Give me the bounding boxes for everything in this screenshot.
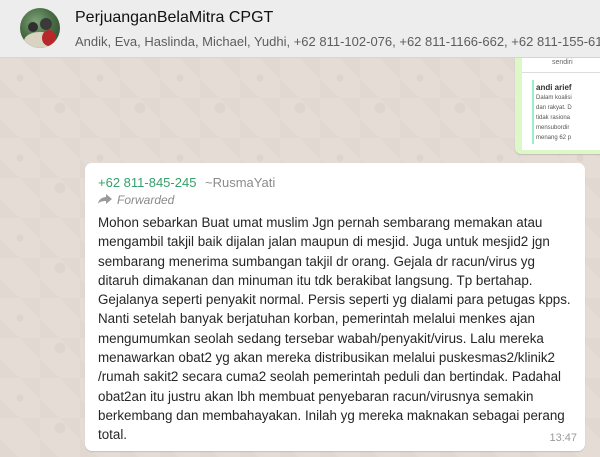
message-line: obat2an itu justru akan lbh membuat peny… — [98, 388, 534, 404]
message-bubble[interactable]: +62 811-845-245 ~RusmaYati Forwarded Moh… — [85, 163, 585, 451]
chat-title: PerjuanganBelaMitra CPGT — [75, 9, 274, 26]
message-line: sembarang menerima sumbangan takjil dr o… — [98, 253, 535, 269]
message-line: ditaruh dimakanan dan minuman itu tdk be… — [98, 272, 533, 288]
screenshot-image[interactable]: sendiri andi arief Dalam koalisi dan rak… — [522, 58, 600, 150]
message-line: total. — [98, 427, 128, 443]
message-line: Nanti setelah banyak berjatuhan korban, … — [98, 311, 535, 327]
message-line: menawarkan obat2 yg akan mereka distribu… — [98, 350, 555, 366]
group-avatar[interactable] — [20, 8, 60, 48]
message-line: mengambil takjil baik dijalan jalan maup… — [98, 234, 550, 250]
message-text: Mohon sebarkan Buat umat muslim Jgn pern… — [98, 213, 580, 445]
message-line: berkembang dan membahayakan. Inilah yg m… — [98, 407, 565, 423]
chat-header[interactable]: PerjuanganBelaMitra CPGT Andik, Eva, Has… — [0, 0, 600, 58]
message-line: Mohon sebarkan Buat umat muslim Jgn pern… — [98, 215, 543, 230]
image-message-bubble[interactable]: sendiri andi arief Dalam koalisi dan rak… — [515, 58, 600, 154]
sender-phone-number[interactable]: +62 811-845-245 — [98, 175, 196, 190]
message-line: /rumah sakit2 secara cuma2 seolah pemeri… — [98, 369, 562, 385]
forwarded-label: Forwarded — [97, 193, 174, 207]
group-members: Andik, Eva, Haslinda, Michael, Yudhi, +6… — [75, 34, 600, 49]
forward-arrow-icon — [98, 194, 112, 204]
message-line: mengumumkan seolah sedang tersebar wabah… — [98, 330, 544, 346]
message-timestamp: 13:47 — [549, 432, 577, 444]
sender-push-name: ~RusmaYati — [205, 175, 276, 190]
message-line: Gejalanya seperti penyakit normal. Persi… — [98, 292, 571, 308]
